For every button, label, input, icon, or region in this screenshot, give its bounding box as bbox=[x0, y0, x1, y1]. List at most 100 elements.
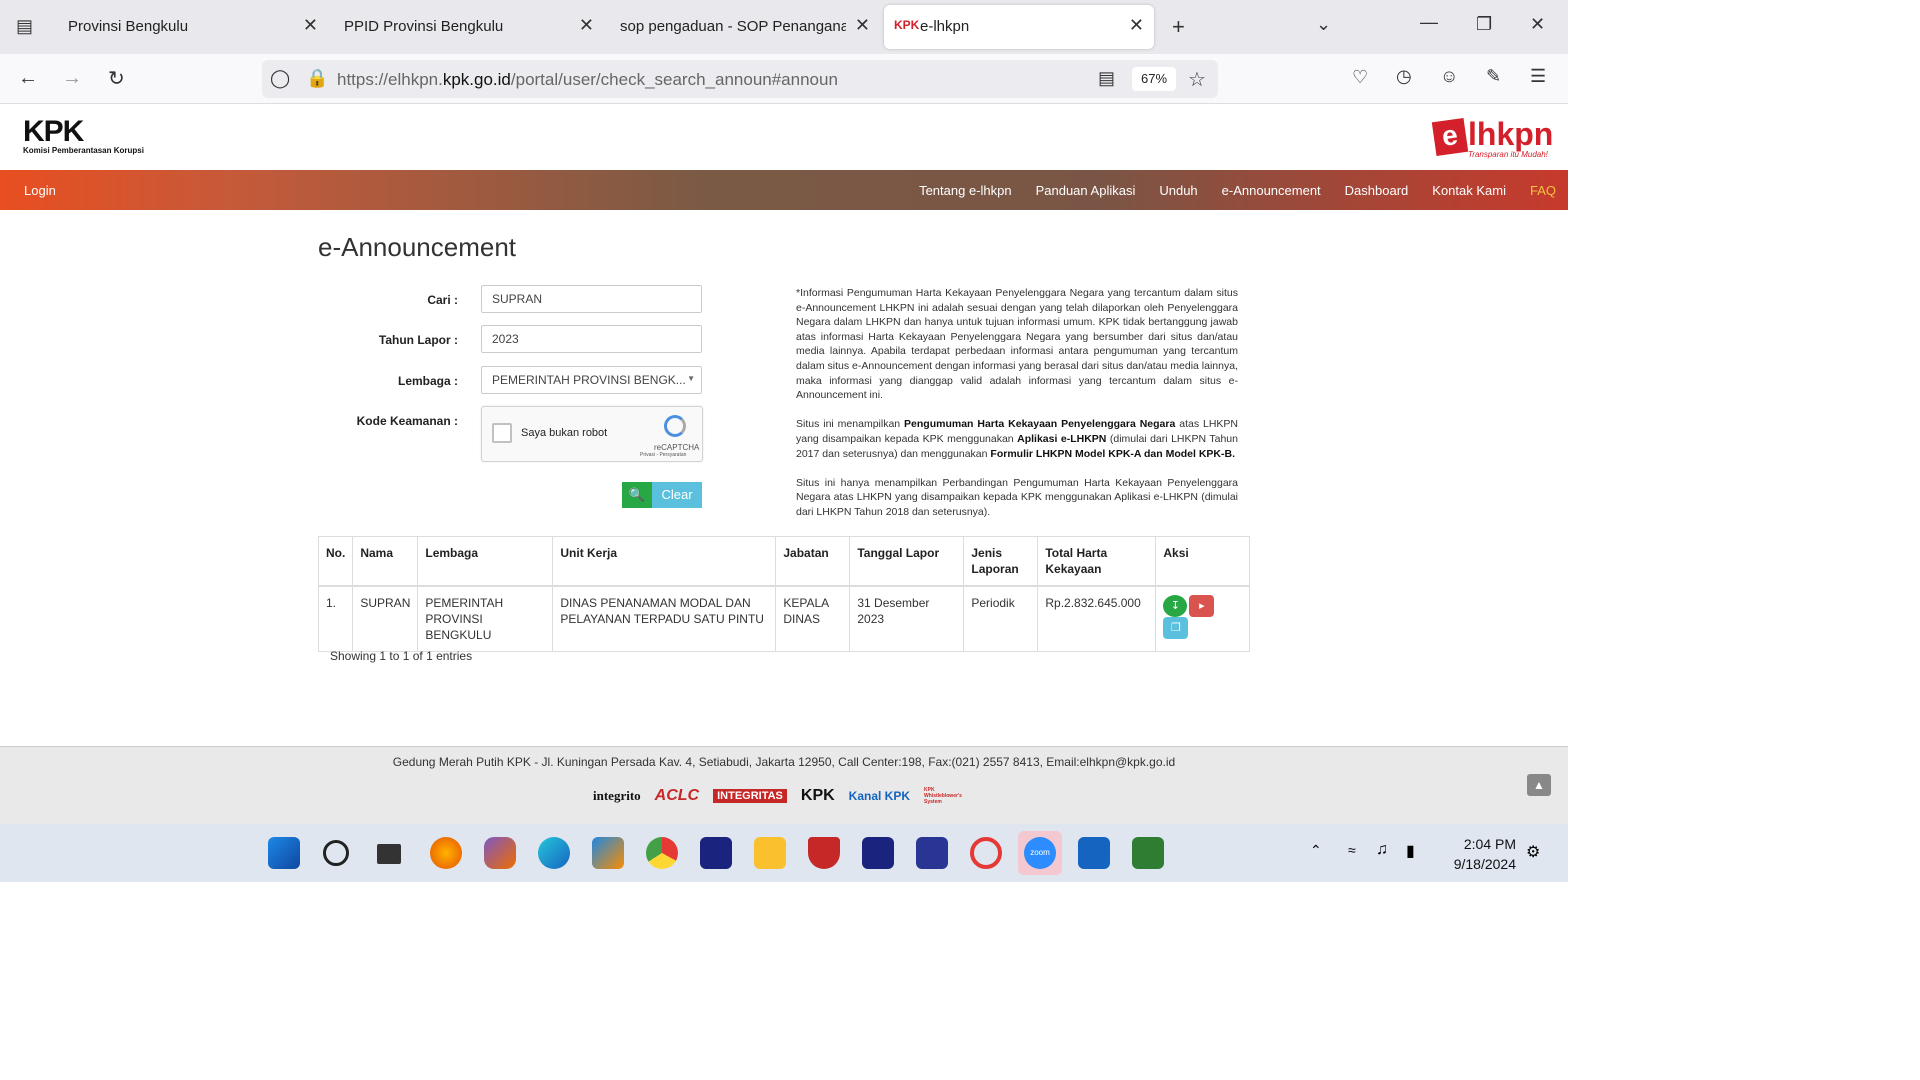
menu-e-announcement[interactable]: e-Announcement bbox=[1222, 183, 1321, 198]
zoom-level[interactable]: 67% bbox=[1132, 67, 1176, 91]
menu-kontak[interactable]: Kontak Kami bbox=[1432, 183, 1506, 198]
recaptcha-checkbox[interactable] bbox=[492, 423, 512, 443]
account-icon[interactable]: ☺ bbox=[1440, 66, 1458, 87]
header-nama[interactable]: Nama bbox=[352, 536, 419, 587]
dropdown-arrow-icon: ▼ bbox=[687, 374, 695, 383]
close-icon[interactable]: ✕ bbox=[1129, 15, 1144, 36]
menu-unduh[interactable]: Unduh bbox=[1159, 183, 1197, 198]
address-bar[interactable]: ◯ 🔒 https://elhkpn.kpk.go.id/portal/user… bbox=[262, 60, 1218, 98]
lembaga-select[interactable]: PEMERINTAH PROVINSI BENGK... ▼ bbox=[481, 366, 702, 394]
header-lembaga[interactable]: Lembaga bbox=[417, 536, 554, 587]
partner-kanal-kpk[interactable]: Kanal KPK bbox=[849, 789, 910, 803]
partner-whistleblower[interactable]: KPK Whistleblower's System bbox=[924, 787, 962, 805]
star-icon[interactable]: ☆ bbox=[1188, 67, 1206, 92]
header-jenis[interactable]: Jenis Laporan bbox=[963, 536, 1039, 587]
firefox-icon[interactable] bbox=[430, 837, 462, 869]
back-icon[interactable]: ← bbox=[18, 67, 38, 90]
extensions-icon[interactable]: ✎ bbox=[1486, 66, 1501, 87]
table-info: Showing 1 to 1 of 1 entries bbox=[330, 649, 473, 663]
word-icon[interactable] bbox=[1078, 837, 1110, 869]
antivirus-icon[interactable] bbox=[808, 837, 840, 869]
menu-tentang[interactable]: Tentang e-lhkpn bbox=[919, 183, 1012, 198]
menu-dashboard[interactable]: Dashboard bbox=[1345, 183, 1409, 198]
volume-icon[interactable]: ♫ bbox=[1376, 841, 1388, 859]
restore-icon[interactable]: ❐ bbox=[1476, 14, 1492, 35]
cell-lembaga: PEMERINTAH PROVINSI BENGKULU bbox=[417, 585, 554, 652]
settings-app-icon[interactable] bbox=[700, 837, 732, 869]
reader-view-icon[interactable]: ▤ bbox=[1098, 68, 1115, 89]
store-icon[interactable] bbox=[592, 837, 624, 869]
close-icon[interactable]: ✕ bbox=[579, 15, 594, 36]
partner-integrito[interactable]: integrito bbox=[593, 788, 641, 804]
tab-elhkpn[interactable]: KPK e-lhkpn ✕ bbox=[884, 5, 1154, 49]
announce-button[interactable]: ▸ bbox=[1189, 595, 1215, 617]
login-link[interactable]: Login bbox=[24, 183, 56, 198]
scroll-top-button[interactable]: ▲ bbox=[1527, 774, 1551, 796]
menu-icon[interactable]: ☰ bbox=[1530, 66, 1546, 87]
cell-nama: SUPRAN bbox=[352, 585, 419, 652]
clear-button[interactable]: Clear bbox=[652, 482, 702, 508]
windows-start-icon[interactable] bbox=[268, 837, 300, 869]
search-button[interactable]: 🔍 bbox=[622, 482, 652, 508]
excel-icon[interactable] bbox=[1132, 837, 1164, 869]
tab-ppid[interactable]: PPID Provinsi Bengkulu ✕ bbox=[328, 5, 604, 49]
edge-icon[interactable] bbox=[538, 837, 570, 869]
search-icon[interactable] bbox=[323, 840, 349, 866]
url-text[interactable]: https://elhkpn.kpk.go.id/portal/user/che… bbox=[337, 70, 838, 90]
forward-icon[interactable]: → bbox=[62, 67, 82, 90]
notification-icon[interactable]: ⚙ bbox=[1526, 842, 1540, 862]
chevron-down-icon[interactable]: ⌄ bbox=[1316, 14, 1331, 35]
download-button[interactable]: ↧ bbox=[1163, 595, 1188, 617]
partner-kpk[interactable]: KPK bbox=[801, 787, 835, 805]
menu-faq[interactable]: FAQ bbox=[1530, 183, 1556, 198]
minimize-icon[interactable]: — bbox=[1420, 12, 1438, 33]
cell-unit-kerja: DINAS PENANAMAN MODAL DAN PELAYANAN TERP… bbox=[552, 585, 777, 652]
timer-extension-icon[interactable]: ◷ bbox=[1396, 66, 1412, 87]
battery-icon[interactable]: ▮ bbox=[1406, 841, 1415, 861]
tab-sop-pengaduan[interactable]: sop pengaduan - SOP Penanganan ✕ bbox=[604, 5, 880, 49]
elhkpn-logo[interactable]: e lhkpn Transparan itu Mudah! bbox=[1431, 114, 1558, 162]
tab-label: PPID Provinsi Bengkulu bbox=[344, 18, 504, 35]
chrome-icon[interactable] bbox=[646, 837, 678, 869]
tahun-input[interactable]: 2023 bbox=[481, 325, 702, 353]
header-tanggal[interactable]: Tanggal Lapor bbox=[849, 536, 965, 587]
header-aksi: Aksi bbox=[1155, 536, 1250, 587]
shield-icon[interactable]: ◯ bbox=[270, 68, 290, 89]
lock-icon[interactable]: 🔒 bbox=[306, 68, 328, 89]
copilot-icon[interactable] bbox=[484, 837, 516, 869]
reload-icon[interactable]: ↻ bbox=[108, 66, 125, 91]
recaptcha-links[interactable]: Privasi - Persyaratan bbox=[640, 452, 686, 458]
wifi-icon[interactable]: ≈ bbox=[1348, 842, 1356, 858]
new-tab-icon[interactable]: + bbox=[1172, 14, 1185, 40]
close-icon[interactable]: ✕ bbox=[303, 15, 318, 36]
recaptcha-widget: Saya bukan robot reCAPTCHA Privasi - Per… bbox=[481, 406, 703, 462]
tab-label: Provinsi Bengkulu bbox=[68, 18, 189, 35]
results-table: No. Nama Lembaga Unit Kerja Jabatan Tang… bbox=[317, 536, 1250, 652]
header-unit-kerja[interactable]: Unit Kerja bbox=[552, 536, 777, 587]
header-no[interactable]: No. bbox=[317, 536, 354, 587]
header-jabatan[interactable]: Jabatan bbox=[775, 536, 851, 587]
printer-app-icon[interactable] bbox=[862, 837, 894, 869]
recaptcha-label: Saya bukan robot bbox=[521, 427, 608, 439]
cari-input[interactable]: SUPRAN bbox=[481, 285, 702, 313]
compare-button[interactable]: ❐ bbox=[1163, 617, 1189, 639]
task-view-icon[interactable] bbox=[377, 844, 401, 864]
partner-aclc[interactable]: ACLC bbox=[655, 787, 699, 805]
system-clock[interactable]: 2:04 PM 9/18/2024 bbox=[1440, 834, 1516, 874]
tab-provinsi-bengkulu[interactable]: Provinsi Bengkulu ✕ bbox=[52, 5, 328, 49]
menu-panduan[interactable]: Panduan Aplikasi bbox=[1036, 183, 1136, 198]
pocket-icon[interactable]: ♡ bbox=[1352, 67, 1368, 88]
file-explorer-icon[interactable] bbox=[754, 837, 786, 869]
tab-overview-icon[interactable]: ▤ bbox=[16, 16, 33, 37]
tahun-label: Tahun Lapor : bbox=[378, 333, 458, 347]
lembaga-label: Lembaga : bbox=[397, 374, 458, 388]
chevron-up-icon[interactable]: ⌃ bbox=[1310, 842, 1322, 859]
zoom-icon[interactable]: zoom bbox=[1018, 831, 1062, 875]
partner-integritas[interactable]: INTEGRITAS bbox=[713, 789, 787, 803]
close-icon[interactable]: ✕ bbox=[855, 15, 870, 36]
header-total[interactable]: Total Harta Kekayaan bbox=[1037, 536, 1157, 587]
kpk-logo[interactable]: KPK Komisi Pemberantasan Korupsi bbox=[23, 117, 144, 156]
opera-icon[interactable] bbox=[970, 837, 1002, 869]
close-window-icon[interactable]: ✕ bbox=[1530, 14, 1545, 35]
scanner-app-icon[interactable] bbox=[916, 837, 948, 869]
